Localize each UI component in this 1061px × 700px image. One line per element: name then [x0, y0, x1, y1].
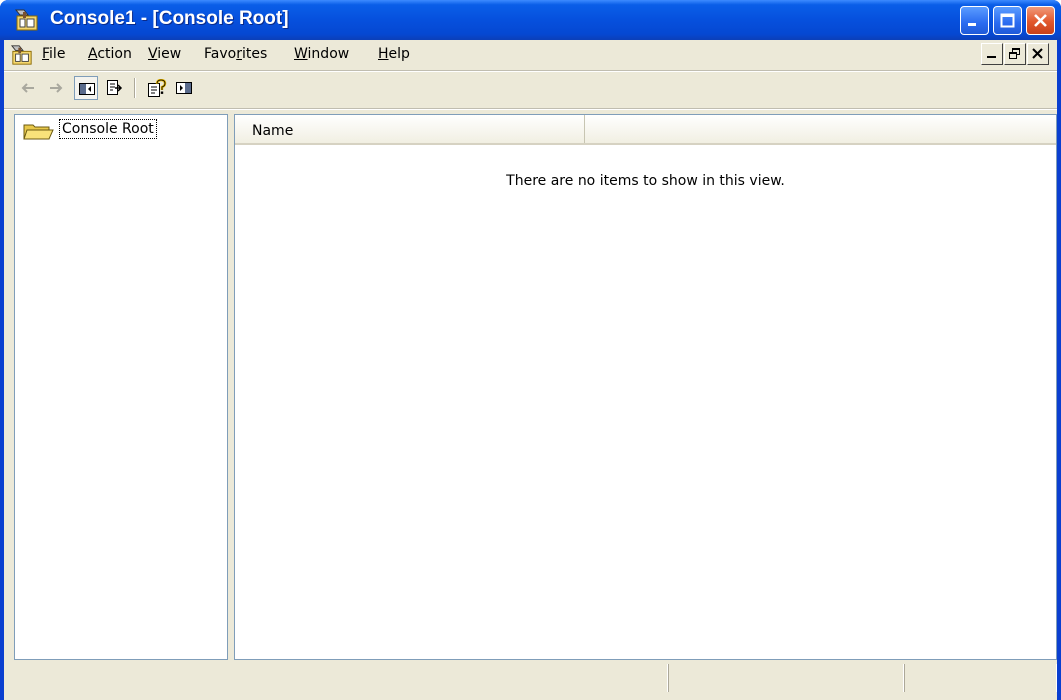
status-cell-1	[4, 664, 668, 692]
status-bar	[4, 660, 1057, 696]
child-minimize-button[interactable]	[981, 43, 1003, 65]
status-cell-2	[668, 664, 904, 692]
menu-action[interactable]: Action	[88, 46, 132, 62]
mmc-console-icon[interactable]	[10, 44, 34, 66]
export-list-icon	[107, 80, 123, 95]
show-hide-console-tree-button[interactable]	[74, 76, 98, 100]
child-close-button[interactable]	[1027, 43, 1049, 65]
back-arrow-icon	[21, 83, 34, 93]
status-cell-3	[904, 664, 1057, 692]
close-icon	[1034, 14, 1047, 27]
maximize-button[interactable]	[993, 6, 1022, 35]
mmc-console-icon	[14, 9, 38, 31]
help-icon	[148, 79, 167, 97]
client-area: File Action View Favorites Window Help C…	[4, 40, 1057, 700]
toolbar	[4, 72, 1057, 106]
tree-item-label: Console Root	[59, 119, 157, 139]
toolbar-separator-highlight	[4, 109, 1057, 110]
mmc-window: Console1 - [Console Root] File Action Vi…	[0, 0, 1061, 700]
help-button[interactable]	[144, 76, 168, 100]
forward-button[interactable]	[44, 76, 68, 100]
show-hide-action-pane-button[interactable]	[172, 76, 196, 100]
list-header: Name	[235, 115, 1056, 145]
column-header-name[interactable]: Name	[235, 115, 585, 143]
menu-view[interactable]: View	[148, 46, 181, 62]
close-button[interactable]	[1026, 6, 1055, 35]
menu-help[interactable]: Help	[378, 46, 410, 62]
back-button[interactable]	[16, 76, 40, 100]
child-restore-button[interactable]	[1004, 43, 1026, 65]
toolbar-separator	[134, 78, 136, 98]
menu-file[interactable]: File	[42, 46, 65, 62]
open-folder-icon	[23, 124, 54, 140]
show-hide-console-tree-icon	[79, 83, 95, 95]
window-title: Console1 - [Console Root]	[50, 8, 289, 29]
minimize-button[interactable]	[960, 6, 989, 35]
minimize-icon	[987, 56, 996, 58]
restore-icon	[1009, 48, 1020, 59]
maximize-icon	[1000, 13, 1015, 28]
menu-bar: File Action View Favorites Window Help	[4, 40, 1057, 70]
console-tree-pane[interactable]: Console Root	[14, 114, 228, 660]
child-window-controls	[981, 43, 1051, 67]
close-icon	[1032, 48, 1043, 59]
forward-arrow-icon	[50, 83, 63, 93]
results-pane[interactable]: Name There are no items to show in this …	[234, 114, 1057, 660]
title-bar[interactable]: Console1 - [Console Root]	[0, 0, 1061, 40]
empty-list-message: There are no items to show in this view.	[506, 173, 785, 189]
export-list-button[interactable]	[102, 76, 126, 100]
show-hide-action-pane-icon	[176, 82, 192, 94]
menu-favorites[interactable]: Favorites	[204, 46, 267, 62]
minimize-icon	[968, 23, 976, 26]
menu-window[interactable]: Window	[294, 46, 349, 62]
